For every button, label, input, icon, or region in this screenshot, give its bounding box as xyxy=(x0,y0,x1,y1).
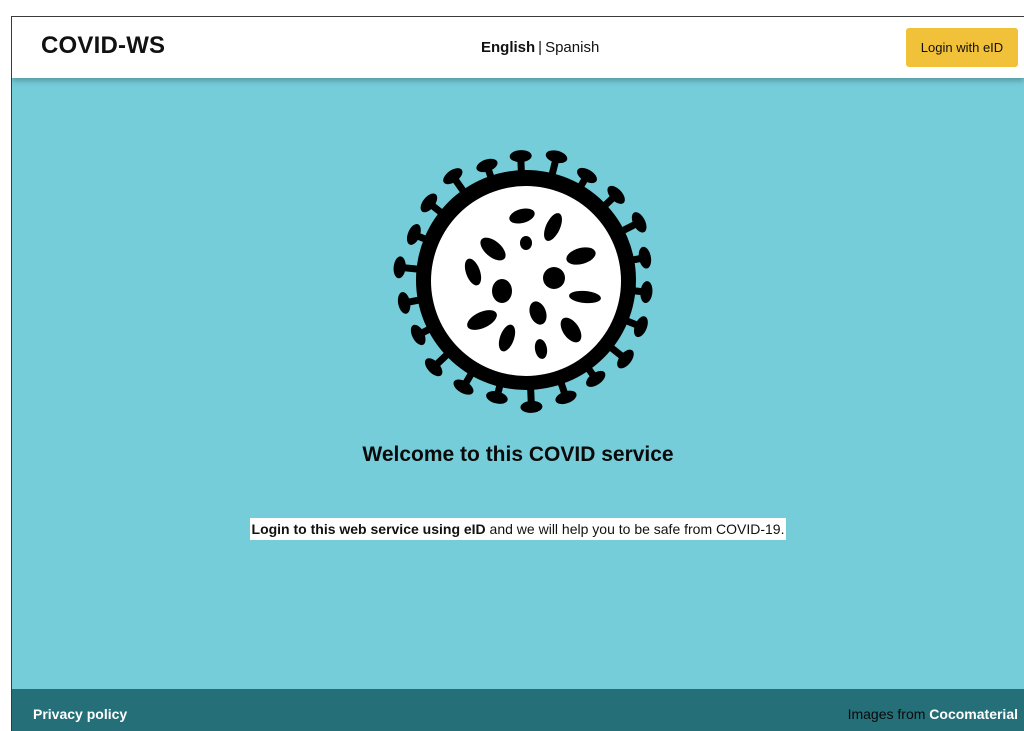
top-navbar: COVID-WS English | Spanish Login with eID xyxy=(12,17,1024,78)
language-switcher: English | Spanish xyxy=(481,39,599,56)
image-credits: Images from Cocomaterial xyxy=(848,706,1018,722)
privacy-policy-link[interactable]: Privacy policy xyxy=(33,706,127,722)
browser-page: COVID-WS English | Spanish Login with eID … xyxy=(11,16,1024,731)
site-brand[interactable]: COVID-WS xyxy=(41,32,165,60)
language-english[interactable]: English xyxy=(481,39,535,56)
intro-text: Login to this web service using eID and … xyxy=(12,518,1024,540)
intro-bold-text: Login to this web service using eID xyxy=(251,521,486,537)
language-separator: | xyxy=(538,39,543,56)
language-spanish[interactable]: Spanish xyxy=(545,39,599,56)
login-eid-button[interactable]: Login with eID xyxy=(906,28,1018,67)
coronavirus-icon xyxy=(393,150,653,413)
cocomaterial-link[interactable]: Cocomaterial xyxy=(929,706,1018,722)
welcome-heading: Welcome to this COVID service xyxy=(362,443,674,466)
credits-prefix: Images from xyxy=(847,706,930,722)
intro-paragraph: Login to this web service using eID and … xyxy=(249,518,787,540)
footer: Privacy policy Images from Cocomaterial xyxy=(12,689,1024,731)
intro-rest-text: and we will help you to be safe from COV… xyxy=(485,521,785,537)
